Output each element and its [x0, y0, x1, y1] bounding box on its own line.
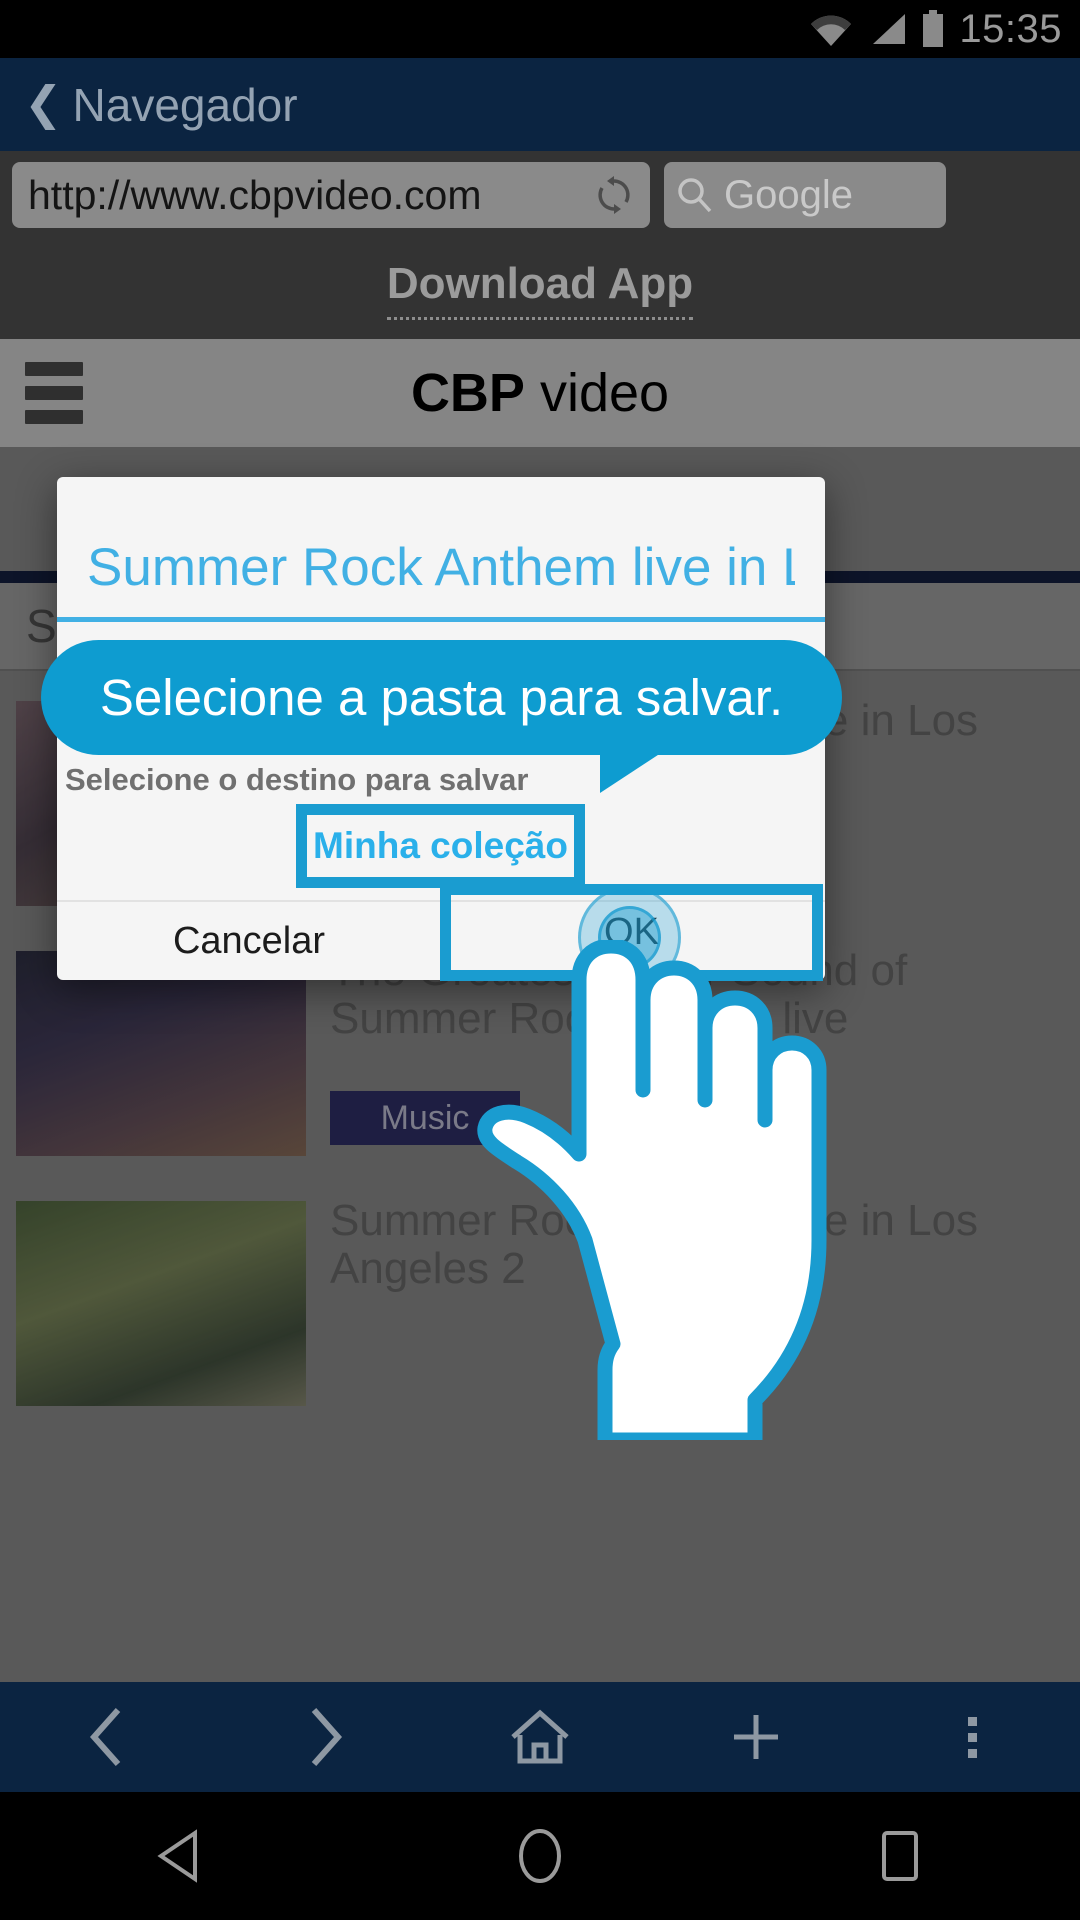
more-vertical-icon — [967, 1716, 977, 1758]
cancel-button[interactable]: Cancelar — [57, 902, 441, 980]
search-input[interactable]: Google — [664, 162, 946, 228]
battery-icon — [923, 10, 944, 47]
home-icon — [511, 1709, 569, 1764]
site-header: CBP video — [0, 339, 1080, 447]
brand-light: video — [539, 363, 670, 423]
android-navigation-bar — [0, 1792, 1080, 1920]
pointing-hand-icon — [477, 940, 827, 1440]
dot — [967, 1732, 977, 1742]
chevron-left-icon: ❮ — [24, 76, 63, 129]
dot — [967, 1716, 977, 1726]
folder-option-button[interactable]: Minha coleção — [296, 804, 585, 888]
chevron-left-icon — [89, 1708, 121, 1766]
url-input[interactable]: http://www.cbpvideo.com — [12, 162, 650, 228]
download-app-strip: Download App — [0, 239, 1080, 339]
square-recents-icon — [882, 1831, 918, 1881]
search-placeholder: Google — [724, 172, 853, 217]
coach-bubble-text: Selecione a pasta para salvar. — [99, 669, 784, 726]
hamburger-bar — [25, 362, 83, 376]
status-bar-clock: 15:35 — [959, 7, 1062, 51]
back-to-browser-button[interactable]: ❮ Navegador — [10, 58, 312, 151]
dialog-title: Summer Rock Anthem live in Lo… — [87, 537, 795, 597]
search-icon — [678, 178, 712, 213]
toolbar-back-button[interactable] — [0, 1706, 216, 1768]
android-home-button[interactable] — [360, 1827, 720, 1885]
toolbar-home-button[interactable] — [432, 1707, 648, 1767]
coach-bubble: Selecione a pasta para salvar. — [41, 640, 842, 755]
wifi-icon — [811, 15, 852, 46]
dot — [967, 1748, 977, 1758]
android-recents-button[interactable] — [720, 1829, 1080, 1883]
status-bar: 15:35 — [0, 0, 1080, 58]
back-to-browser-label: Navegador — [72, 78, 298, 131]
toolbar-forward-button[interactable] — [216, 1706, 432, 1768]
hamburger-bar — [25, 410, 83, 424]
toolbar-new-tab-button[interactable] — [648, 1709, 864, 1765]
hamburger-icon[interactable] — [25, 362, 83, 424]
download-app-link[interactable]: Download App — [386, 259, 694, 320]
signal-icon — [873, 14, 906, 44]
plus-icon — [734, 1715, 778, 1759]
circle-home-icon — [519, 1829, 561, 1883]
reload-icon[interactable] — [592, 173, 636, 217]
toolbar-menu-button[interactable] — [864, 1716, 1080, 1758]
brand-bold: CBP — [410, 363, 525, 423]
triangle-back-icon — [157, 1829, 197, 1883]
coach-bubble-tail — [600, 751, 664, 793]
dialog-subtitle: Selecione o destino para salvar — [65, 762, 529, 797]
site-brand: CBP video — [0, 362, 1080, 424]
android-back-button[interactable] — [0, 1829, 360, 1883]
url-bar-row: http://www.cbpvideo.com Google — [0, 151, 1080, 239]
hamburger-bar — [25, 386, 83, 400]
browser-bottom-toolbar — [0, 1682, 1080, 1792]
dialog-divider — [57, 617, 825, 622]
chevron-right-icon — [311, 1708, 343, 1766]
url-text: http://www.cbpvideo.com — [28, 171, 482, 218]
